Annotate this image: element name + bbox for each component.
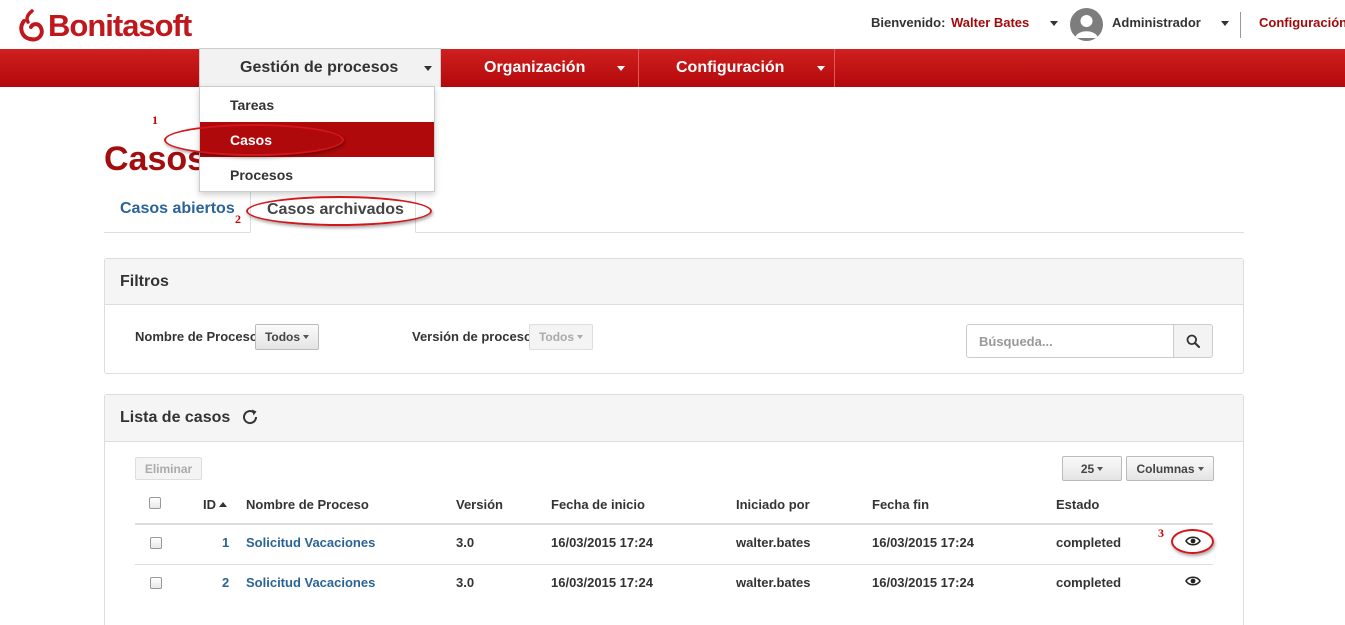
sort-up-icon[interactable] (219, 502, 227, 507)
delete-button[interactable]: Eliminar (135, 457, 202, 480)
case-started-by: walter.bates (736, 535, 811, 550)
search-button[interactable] (1173, 324, 1213, 358)
columns-label: Columnas (1136, 461, 1195, 476)
nav-item-label: Organización (484, 59, 586, 76)
annotation-number-2: 2 (235, 212, 241, 226)
search-icon (1186, 334, 1200, 348)
search-input[interactable]: Búsqueda... (966, 324, 1174, 358)
config-link[interactable]: Configuración (1259, 15, 1345, 30)
row-checkbox[interactable] (150, 537, 162, 549)
role-label[interactable]: Administrador (1112, 15, 1201, 30)
row-divider (135, 564, 1213, 565)
case-state: completed (1056, 575, 1122, 590)
column-header-state[interactable]: Estado (1056, 497, 1099, 512)
case-end-date: 16/03/2015 17:24 (872, 575, 974, 590)
chevron-down-icon (424, 66, 432, 71)
chevron-down-icon (303, 335, 310, 339)
case-end-date: 16/03/2015 17:24 (872, 535, 974, 550)
columns-button[interactable]: Columnas (1126, 456, 1214, 481)
view-eye-icon[interactable] (1185, 575, 1201, 587)
select-all-checkbox[interactable] (149, 497, 161, 509)
case-started-by: walter.bates (736, 575, 811, 590)
filters-title: Filtros (105, 259, 1243, 305)
case-id[interactable]: 2 (222, 575, 229, 590)
annotation-ellipse-eye (1171, 529, 1214, 554)
table-header-divider (135, 523, 1213, 525)
menu-item-procesos[interactable]: Procesos (200, 157, 434, 192)
nav-item-label: Configuración (676, 59, 785, 76)
case-state: completed (1056, 535, 1122, 550)
menu-item-tareas[interactable]: Tareas (200, 87, 434, 122)
nav-gestion-procesos[interactable]: Gestión de procesos (199, 48, 441, 87)
user-menu-caret-icon[interactable] (1050, 21, 1058, 26)
case-id[interactable]: 1 (222, 535, 229, 550)
chevron-down-icon (1197, 466, 1204, 471)
chevron-down-icon (1097, 466, 1104, 471)
annotation-ellipse-casos (164, 124, 344, 156)
case-version: 3.0 (456, 575, 475, 590)
version-label: Versión de proceso (412, 329, 532, 344)
process-name-link[interactable]: Solicitud Vacaciones (246, 535, 375, 550)
case-list-header: Lista de casos (105, 395, 1243, 442)
column-header-start-date[interactable]: Fecha de inicio (551, 497, 645, 512)
chevron-down-icon[interactable] (617, 66, 625, 71)
column-header-version[interactable]: Versión (456, 497, 503, 512)
annotation-number-3: 3 (1158, 526, 1164, 540)
page-size-value: 25 (1080, 461, 1095, 476)
user-name[interactable]: Walter Bates (951, 15, 1029, 30)
process-name-select[interactable]: Todos (255, 324, 319, 350)
nav-organizacion[interactable]: Organización (484, 49, 585, 87)
version-value: Todos (538, 330, 575, 344)
logo-text: Bonitasoft (48, 8, 192, 43)
refresh-icon[interactable] (240, 407, 260, 427)
case-start-date: 16/03/2015 17:24 (551, 575, 653, 590)
row-checkbox[interactable] (150, 577, 162, 589)
header-divider (1240, 12, 1241, 38)
process-name-label: Nombre de Proceso (135, 329, 258, 344)
welcome-label: Bienvenido: (871, 15, 946, 30)
tab-casos-abiertos[interactable]: Casos abiertos (120, 200, 235, 218)
nav-separator (638, 49, 639, 87)
version-select[interactable]: Todos (529, 324, 593, 350)
annotation-ellipse-archived (246, 196, 432, 226)
page-size-select[interactable]: 25 (1062, 456, 1122, 481)
column-header-end-date[interactable]: Fecha fin (872, 497, 929, 512)
process-name-value: Todos (264, 330, 301, 344)
nav-separator (834, 49, 835, 87)
role-menu-caret-icon[interactable] (1221, 21, 1229, 26)
case-list-title: Lista de casos (120, 409, 231, 426)
annotation-number-1: 1 (152, 113, 158, 127)
case-version: 3.0 (456, 535, 475, 550)
chevron-down-icon (577, 335, 584, 339)
process-name-link[interactable]: Solicitud Vacaciones (246, 575, 375, 590)
column-header-process[interactable]: Nombre de Proceso (246, 497, 369, 512)
column-header-id[interactable]: ID (203, 497, 216, 512)
nav-configuracion[interactable]: Configuración (676, 49, 784, 87)
chevron-down-icon[interactable] (817, 66, 825, 71)
bonitasoft-logo[interactable]: Bonitasoft (18, 6, 192, 46)
avatar[interactable] (1070, 8, 1103, 41)
nav-item-label: Gestión de procesos (240, 59, 399, 76)
bonitasoft-logo-icon (19, 9, 44, 42)
case-start-date: 16/03/2015 17:24 (551, 535, 653, 550)
user-avatar-icon (1075, 15, 1098, 38)
column-header-started-by[interactable]: Iniciado por (736, 497, 810, 512)
